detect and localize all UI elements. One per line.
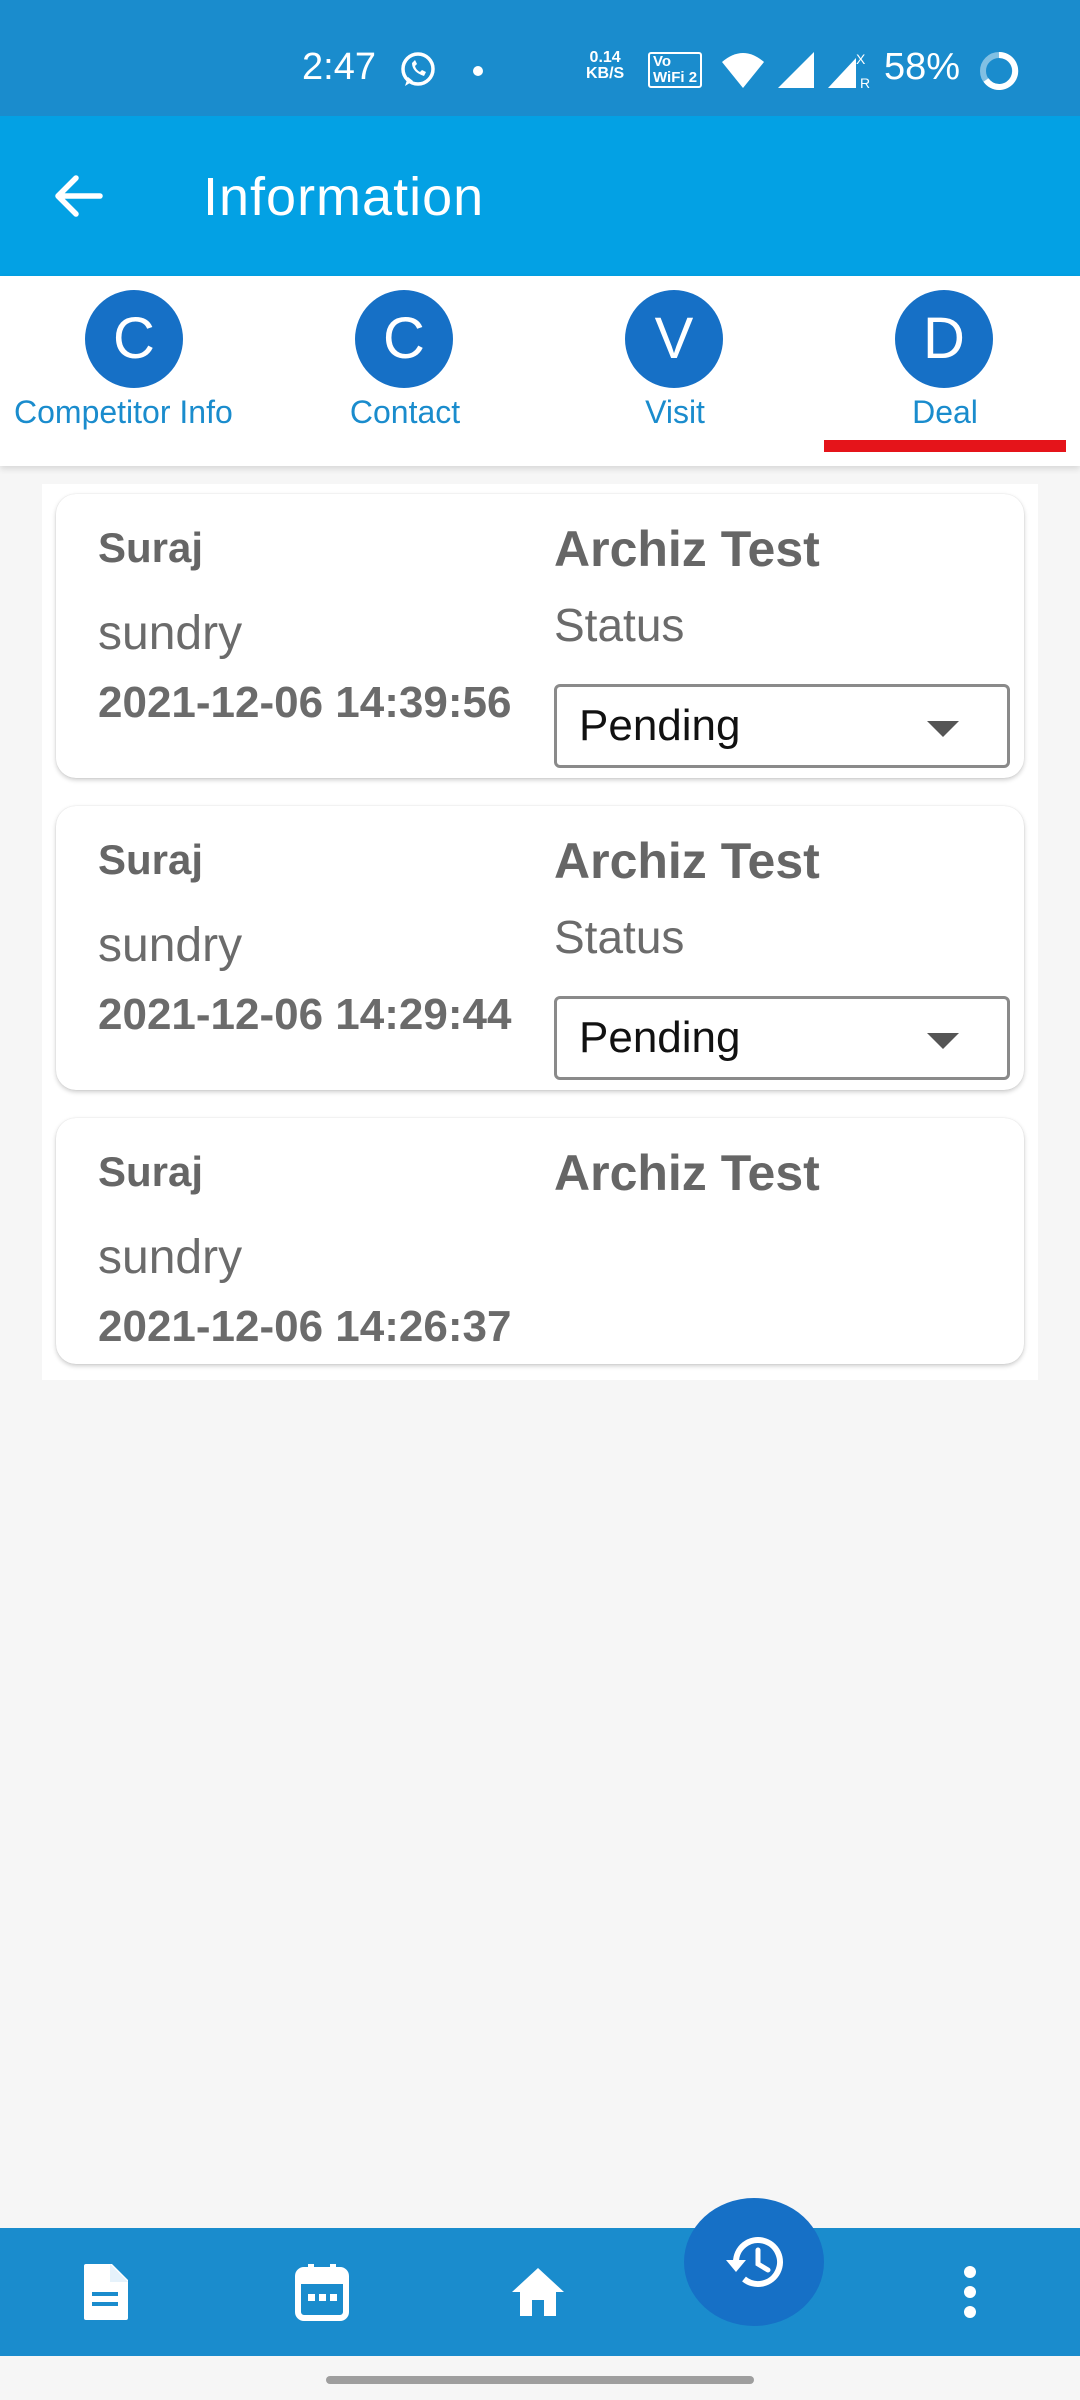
tab-avatar: C <box>85 290 183 388</box>
status-time: 2:47 <box>302 46 376 88</box>
more-vertical-icon[interactable] <box>930 2228 1010 2356</box>
volte-badge: Vo WiFi 2 <box>648 52 703 88</box>
tab-competitor-info[interactable]: C Competitor Info <box>0 276 270 466</box>
status-bar: 2:47 0.14 KB/S Vo WiFi 2 XR 58% <box>0 0 1080 116</box>
deal-datetime: 2021-12-06 14:26:37 <box>98 1302 512 1351</box>
wifi-icon <box>720 50 766 95</box>
network-speed-value: 0.14 <box>589 49 621 66</box>
deal-status-value: Pending <box>579 1013 741 1062</box>
tab-label: Deal <box>912 394 978 430</box>
page-title: Information <box>203 167 485 227</box>
tab-bar: C Competitor Info C Contact V Visit D De… <box>0 276 1080 466</box>
tab-label: Contact <box>349 394 461 430</box>
deal-type: sundry <box>98 1231 243 1284</box>
chevron-down-icon <box>927 721 959 737</box>
arrow-left-icon[interactable] <box>52 172 104 220</box>
deal-card[interactable]: Suraj sundry 2021-12-06 14:26:37 Archiz … <box>56 1118 1024 1364</box>
battery-percent: 58% <box>884 46 961 88</box>
deal-card[interactable]: Suraj sundry 2021-12-06 14:39:56 Archiz … <box>56 494 1024 778</box>
chevron-down-icon <box>927 1033 959 1049</box>
deal-type: sundry <box>98 919 243 972</box>
tab-label: Visit <box>645 394 705 430</box>
battery-icon <box>978 50 1020 97</box>
tab-label: Competitor Info <box>14 394 233 430</box>
tab-deal[interactable]: D Deal <box>810 276 1080 466</box>
tab-avatar: C <box>355 290 453 388</box>
dot-icon <box>472 64 484 82</box>
history-icon[interactable] <box>684 2198 824 2326</box>
deal-status-dropdown[interactable]: Pending <box>554 684 1010 768</box>
gesture-handle[interactable] <box>326 2376 754 2384</box>
deal-company: Archiz Test <box>554 1145 820 1201</box>
signal-roaming-icon: XR <box>826 50 872 95</box>
svg-text:R: R <box>860 75 870 90</box>
tab-contact[interactable]: C Contact <box>270 276 540 466</box>
network-speed-unit: KB/S <box>586 65 625 82</box>
deal-company: Archiz Test <box>554 521 820 577</box>
whatsapp-icon <box>398 50 438 95</box>
svg-text:X: X <box>856 51 866 67</box>
network-speed: 0.14 KB/S <box>586 50 624 82</box>
deal-contact-name: Suraj <box>98 836 204 883</box>
home-icon[interactable] <box>498 2228 578 2356</box>
bottom-nav <box>0 2228 1080 2356</box>
app-bar: Information <box>0 116 1080 276</box>
deal-status-value: Pending <box>579 701 741 750</box>
deal-company: Archiz Test <box>554 833 820 889</box>
document-icon[interactable] <box>66 2228 146 2356</box>
signal-icon <box>776 50 816 95</box>
gesture-area <box>0 2356 1080 2400</box>
tab-visit[interactable]: V Visit <box>540 276 810 466</box>
volte-line-1: Vo <box>653 53 672 70</box>
tab-avatar: V <box>625 290 723 388</box>
deal-datetime: 2021-12-06 14:29:44 <box>98 990 512 1039</box>
tab-selected-indicator <box>824 440 1066 452</box>
volte-line-2: WiFi 2 <box>653 69 698 86</box>
deal-status-label: Status <box>554 911 685 963</box>
calendar-icon[interactable] <box>282 2228 362 2356</box>
deal-contact-name: Suraj <box>98 1148 204 1195</box>
tab-avatar: D <box>895 290 993 388</box>
deal-status-dropdown[interactable]: Pending <box>554 996 1010 1080</box>
deal-datetime: 2021-12-06 14:39:56 <box>98 678 512 727</box>
deal-type: sundry <box>98 607 243 660</box>
deal-contact-name: Suraj <box>98 524 204 571</box>
deal-status-label: Status <box>554 599 685 651</box>
deal-card[interactable]: Suraj sundry 2021-12-06 14:29:44 Archiz … <box>56 806 1024 1090</box>
